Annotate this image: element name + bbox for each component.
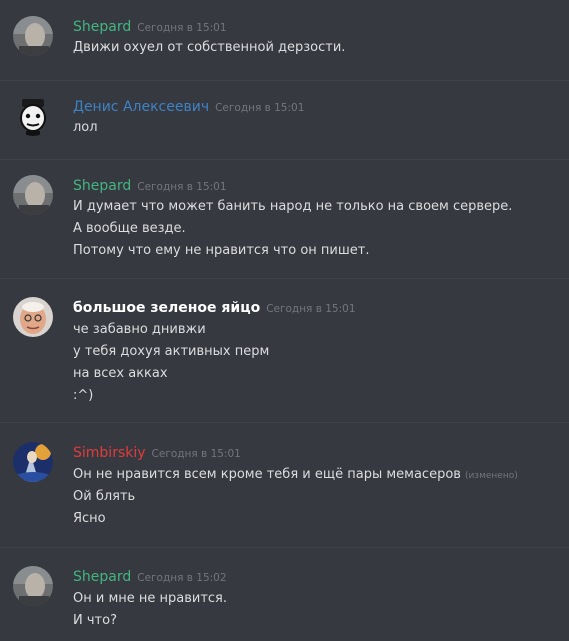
message-group: Shepard Сегодня в 15:02 Он и мне не нрави… — [0, 548, 569, 641]
username[interactable]: Simbirskiy — [73, 445, 146, 461]
message-line: у тебя дохуя активных перм — [73, 344, 270, 359]
message-content: И думает что может банить народ не тольк… — [73, 196, 512, 262]
message-line: :^) — [73, 388, 94, 403]
edited-label: (изменено) — [464, 471, 518, 481]
message-line: Движи охуел от собственной дерзости. — [73, 40, 346, 55]
timestamp: Сегодня в 15:02 — [137, 572, 227, 584]
timestamp: Сегодня в 15:01 — [137, 22, 227, 34]
message-content: Он не нравится всем кроме тебя и ещё пар… — [73, 464, 518, 530]
username[interactable]: Денис Алексеевич — [73, 99, 209, 115]
message-line: И думает что может банить народ не тольк… — [73, 199, 513, 214]
message-header: Shepard Сегодня в 15:01 — [73, 175, 227, 195]
message-group: Shepard Сегодня в 15:01 И думает что може… — [0, 160, 569, 278]
avatar-simbirskiy[interactable] — [13, 442, 53, 482]
message-content: лол — [73, 117, 98, 139]
message-group: Simbirskiy Сегодня в 15:01 Он не нравится… — [0, 423, 569, 547]
username[interactable]: Shepard — [73, 19, 131, 35]
message-line: Он не нравится всем кроме тебя и ещё пар… — [73, 464, 518, 486]
message-header: Shepard Сегодня в 15:01 — [73, 16, 227, 36]
avatar-shepard[interactable] — [13, 175, 53, 215]
message-line: Ой блять — [73, 489, 136, 504]
message-line: Ясно — [73, 511, 106, 526]
message-content: Он и мне не нравится. И что? — [73, 588, 227, 632]
avatar-egg[interactable] — [13, 297, 53, 337]
message-line: А вообще везде. — [73, 221, 186, 236]
message-header: Shepard Сегодня в 15:02 — [73, 566, 227, 586]
username[interactable]: Shepard — [73, 178, 131, 194]
message-line: лол — [73, 120, 98, 135]
username[interactable]: большое зеленое яйцо — [73, 300, 260, 316]
message-line-text: Он не нравится всем кроме тебя и ещё пар… — [73, 467, 461, 482]
timestamp: Сегодня в 15:01 — [266, 303, 356, 315]
message-line: че забавно днивжи — [73, 322, 206, 337]
message-header: Денис Алексеевич Сегодня в 15:01 — [73, 96, 304, 116]
timestamp: Сегодня в 15:01 — [137, 181, 227, 193]
message-line: Потому что ему не нравится что он пишет. — [73, 243, 370, 258]
message-group: большое зеленое яйцо Сегодня в 15:01 че з… — [0, 279, 569, 422]
avatar-shepard[interactable] — [13, 566, 53, 606]
message-content: че забавно днивжи у тебя дохуя активных … — [73, 319, 269, 407]
avatar-denis[interactable] — [13, 96, 53, 136]
message-group: Денис Алексеевич Сегодня в 15:01 лол — [0, 81, 569, 159]
message-line: И что? — [73, 613, 117, 628]
message-header: Simbirskiy Сегодня в 15:01 — [73, 442, 241, 462]
message-line: на всех акках — [73, 366, 168, 381]
username[interactable]: Shepard — [73, 569, 131, 585]
timestamp: Сегодня в 15:01 — [151, 448, 241, 460]
message-line: Он и мне не нравится. — [73, 591, 228, 606]
timestamp: Сегодня в 15:01 — [215, 102, 305, 114]
chat-messages: Shepard Сегодня в 15:01 Движи охуел от со… — [0, 0, 569, 641]
message-content: Движи охуел от собственной дерзости. — [73, 37, 345, 59]
message-header: большое зеленое яйцо Сегодня в 15:01 — [73, 297, 356, 317]
avatar-shepard[interactable] — [13, 16, 53, 56]
message-group: Shepard Сегодня в 15:01 Движи охуел от со… — [0, 0, 569, 80]
